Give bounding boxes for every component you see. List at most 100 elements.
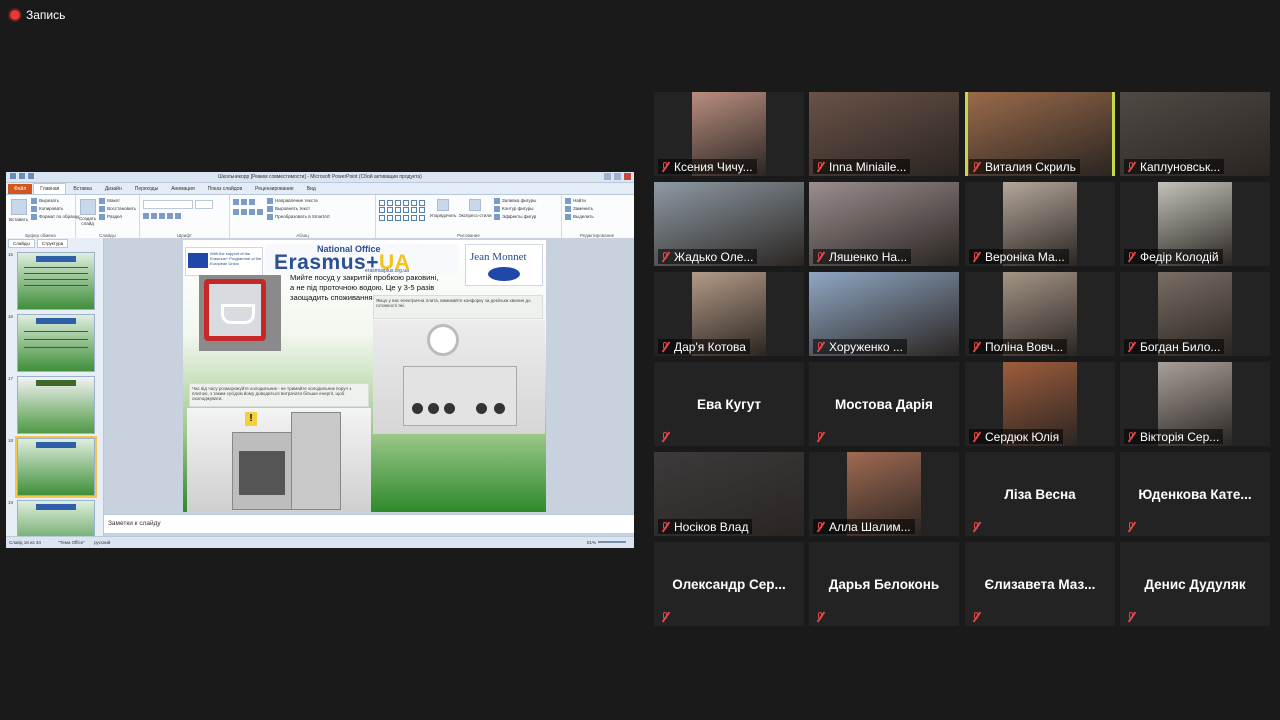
tab-outline[interactable]: Структура	[36, 239, 69, 248]
align-center-icon[interactable]	[241, 209, 247, 215]
layout-button[interactable]: Макет	[99, 197, 136, 205]
justify-icon[interactable]	[257, 209, 263, 215]
slide-thumbnail[interactable]: 17	[8, 376, 103, 435]
new-slide-button[interactable]: Создать слайд	[79, 197, 96, 226]
underline-icon[interactable]	[159, 213, 165, 219]
participant-gallery: Ксения Чичу... Inna Miniaile... Виталия Ск…	[654, 92, 1270, 628]
smartart-button[interactable]: Преобразовать в SmartArt	[267, 213, 330, 221]
slide-thumbnail[interactable]: 16	[8, 314, 103, 373]
arrange-icon	[437, 199, 449, 211]
italic-icon[interactable]	[151, 213, 157, 219]
align-left-icon[interactable]	[233, 209, 239, 215]
participant-tile[interactable]: Дарья Белоконь	[809, 542, 959, 626]
participant-label	[969, 519, 985, 534]
reset-button[interactable]: Восстановить	[99, 205, 136, 213]
participant-tile[interactable]: Алла Шалим...	[809, 452, 959, 536]
recording-indicator[interactable]: Запись	[10, 8, 65, 22]
muted-mic-icon	[660, 251, 670, 263]
zoom-slider[interactable]	[598, 541, 626, 543]
participant-tile[interactable]: Олександр Сер...	[654, 542, 804, 626]
participant-tile[interactable]: Ксения Чичу...	[654, 92, 804, 176]
bullets-icon[interactable]	[233, 199, 239, 205]
strikethrough-icon[interactable]	[167, 213, 173, 219]
find-button[interactable]: Найти	[565, 197, 629, 205]
slide-thumbnail-selected[interactable]: 18	[8, 436, 103, 498]
tab-design[interactable]: Дизайн	[99, 184, 128, 194]
tab-review[interactable]: Рецензирование	[249, 184, 300, 194]
participant-tile[interactable]: Вікторія Сер...	[1120, 362, 1270, 446]
align-right-icon[interactable]	[249, 209, 255, 215]
participant-tile[interactable]: Каплуновськ...	[1120, 92, 1270, 176]
slide-notes[interactable]: Заметки к слайду	[104, 514, 634, 533]
tab-slides[interactable]: Слайды	[8, 239, 35, 248]
participant-tile[interactable]: Денис Дудуляк	[1120, 542, 1270, 626]
slide-canvas[interactable]: With the support of the Erasmus+ Program…	[183, 240, 546, 512]
participant-tile[interactable]: Хоруженко ...	[809, 272, 959, 356]
participant-tile[interactable]: Дар'я Котова	[654, 272, 804, 356]
participant-tile[interactable]: Носіков Влад	[654, 452, 804, 536]
tab-home[interactable]: Главная	[33, 183, 67, 194]
section-button[interactable]: Раздел	[99, 213, 136, 221]
participant-tile[interactable]: Мостова Дарія	[809, 362, 959, 446]
participant-tile[interactable]: Богдан Било...	[1120, 272, 1270, 356]
numbering-icon[interactable]	[241, 199, 247, 205]
align-text-button[interactable]: Выровнять текст	[267, 205, 330, 213]
font-family-select[interactable]	[143, 200, 193, 209]
participant-tile[interactable]: Федір Колодій	[1120, 182, 1270, 266]
recording-label: Запись	[26, 8, 66, 22]
minimize-icon[interactable]	[604, 173, 611, 180]
arrange-button[interactable]: Упорядочить	[430, 197, 456, 221]
participant-tile[interactable]: Виталия Скриль	[965, 92, 1115, 176]
format-painter-button[interactable]: Формат по образцу	[31, 213, 79, 221]
quick-access-toolbar	[10, 173, 34, 179]
stove-icon	[403, 366, 517, 426]
shape-effects-button[interactable]: Эффекты фигур	[494, 213, 536, 221]
close-icon[interactable]	[624, 173, 631, 180]
replace-button[interactable]: Заменить	[565, 205, 629, 213]
participant-tile[interactable]: Ева Кугут	[654, 362, 804, 446]
participant-tile[interactable]: Ліза Весна	[965, 452, 1115, 536]
jean-monnet-logo: Jean Monnet	[465, 244, 543, 286]
cut-button[interactable]: Вырезать	[31, 197, 79, 205]
tab-view[interactable]: Вид	[301, 184, 322, 194]
status-slide: Слайд 18 из 34	[9, 540, 41, 545]
bold-icon[interactable]	[143, 213, 149, 219]
shape-fill-button[interactable]: Заливка фигуры	[494, 197, 536, 205]
tab-animations[interactable]: Анимация	[165, 184, 200, 194]
undo-icon[interactable]	[19, 173, 25, 179]
participant-tile[interactable]: Сердюк Юлія	[965, 362, 1115, 446]
indent-icon[interactable]	[249, 199, 255, 205]
tab-file[interactable]: Файл	[8, 184, 33, 194]
participant-name-display: Дарья Белоконь	[828, 576, 940, 592]
shape-outline-button[interactable]: Контур фигуры	[494, 205, 536, 213]
participant-tile[interactable]: Жадько Оле...	[654, 182, 804, 266]
participant-tile[interactable]: Єлизавета Маз...	[965, 542, 1115, 626]
participant-name-display: Олександр Сер...	[672, 576, 786, 592]
copy-button[interactable]: Копировать	[31, 205, 79, 213]
shapes-gallery[interactable]	[379, 200, 426, 221]
align-text-icon	[267, 206, 273, 212]
tab-transitions[interactable]: Переходы	[129, 184, 164, 194]
paste-button[interactable]: Вставить	[9, 197, 28, 224]
maximize-icon[interactable]	[614, 173, 621, 180]
participant-tile[interactable]: Юденкова Кате...	[1120, 452, 1270, 536]
select-button[interactable]: Выделить	[565, 213, 629, 221]
tab-slideshow[interactable]: Показ слайдов	[202, 184, 248, 194]
redo-icon[interactable]	[28, 173, 34, 179]
participant-label: Сердюк Юлія	[969, 429, 1064, 444]
text-direction-button[interactable]: Направление текста	[267, 197, 330, 205]
participant-tile[interactable]: Ляшенко На...	[809, 182, 959, 266]
muted-mic-icon	[971, 251, 981, 263]
participant-tile[interactable]: Inna Miniaile...	[809, 92, 959, 176]
participant-tile[interactable]: Поліна Вовч...	[965, 272, 1115, 356]
drawing-group: Упорядочить Экспресс-стили Заливка фигур…	[376, 195, 562, 239]
participant-tile[interactable]: Вероніка Ма...	[965, 182, 1115, 266]
save-icon[interactable]	[10, 173, 16, 179]
muted-mic-icon	[1126, 251, 1136, 263]
styles-icon	[469, 199, 481, 211]
font-size-select[interactable]	[195, 200, 213, 209]
slide-thumbnail[interactable]: 15	[8, 252, 103, 311]
font-color-icon[interactable]	[175, 213, 181, 219]
tab-insert[interactable]: Вставка	[67, 184, 98, 194]
quick-styles-button[interactable]: Экспресс-стили	[459, 197, 491, 221]
